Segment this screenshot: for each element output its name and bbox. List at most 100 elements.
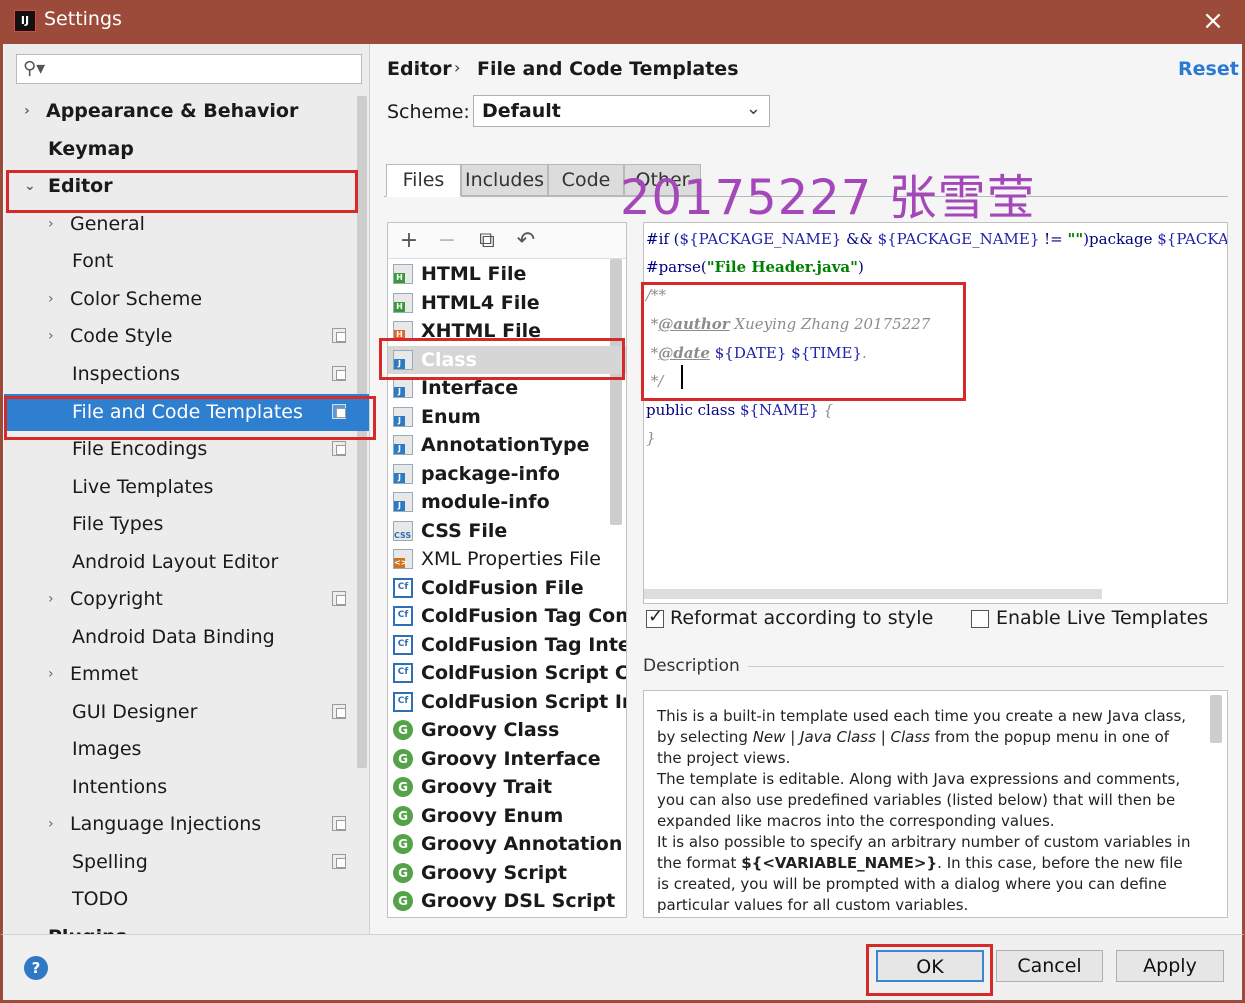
template-item[interactable]: CSS CSS File — [388, 517, 626, 546]
chevron-down-icon[interactable]: ⌄ — [24, 168, 36, 205]
sidebar-item-intentions[interactable]: Intentions — [4, 769, 369, 806]
file-type-icon: H — [393, 321, 413, 341]
template-item[interactable]: G Groovy Script — [388, 859, 626, 888]
template-item[interactable]: Cf ColdFusion Tag Interfa — [388, 631, 626, 660]
template-item[interactable]: G Groovy Trait — [388, 773, 626, 802]
template-item[interactable]: G Groovy Enum — [388, 802, 626, 831]
sidebar-item-android-layout-editor[interactable]: Android Layout Editor — [4, 544, 369, 581]
chevron-right-icon[interactable]: › — [48, 281, 54, 318]
chevron-right-icon[interactable]: › — [48, 806, 54, 843]
template-item[interactable]: G Groovy Interface — [388, 745, 626, 774]
sidebar-item-file-types[interactable]: File Types — [4, 506, 369, 543]
description-fragment: Java Class — [800, 728, 876, 746]
sidebar-item-todo[interactable]: TODO — [4, 881, 369, 918]
template-item[interactable]: G Groovy Class — [388, 716, 626, 745]
template-item[interactable]: H XHTML File — [388, 317, 626, 346]
chevron-right-icon[interactable]: › — [48, 318, 54, 355]
apply-button[interactable]: Apply — [1116, 950, 1224, 982]
help-icon[interactable]: ? — [24, 956, 48, 980]
sidebar-item-inspections[interactable]: Inspections — [4, 356, 369, 393]
description-fragment: The template is editable. Along with Jav… — [657, 770, 1181, 830]
code-line: /** — [646, 286, 667, 304]
list-toolbar: + − ⧉ ↶ — [388, 223, 626, 259]
file-type-badge: J — [394, 358, 405, 369]
search-input[interactable]: ⚲▾ — [16, 54, 362, 84]
file-type-icon: CSS — [393, 520, 413, 541]
sidebar-item-spelling[interactable]: Spelling — [4, 844, 369, 881]
template-item-label: AnnotationType — [421, 434, 590, 456]
sidebar-item-emmet[interactable]: › Emmet — [4, 656, 369, 693]
sidebar-item-plugins[interactable]: Plugins — [4, 919, 369, 934]
code-token: )package — [1083, 230, 1158, 248]
sidebar-item-label: Android Data Binding — [72, 626, 275, 648]
tab-files[interactable]: Files — [386, 164, 461, 197]
file-type-icon: Cf — [393, 663, 413, 683]
text-caret — [681, 365, 683, 389]
template-item[interactable]: G Groovy DSL Script — [388, 887, 626, 916]
sidebar-item-appearance[interactable]: › Appearance & Behavior — [4, 93, 369, 130]
tab-code[interactable]: Code — [548, 164, 624, 196]
template-code-editor[interactable]: #if (${PACKAGE_NAME} && ${PACKAGE_NAME} … — [643, 222, 1228, 604]
sidebar-item-copyright[interactable]: › Copyright — [4, 581, 369, 618]
sidebar-item-editor[interactable]: ⌄ Editor — [4, 168, 369, 205]
cancel-button[interactable]: Cancel — [996, 950, 1103, 982]
close-button[interactable]: × — [1197, 4, 1229, 38]
sidebar-item-font[interactable]: Font — [4, 243, 369, 280]
code-line: */ — [646, 372, 664, 390]
sidebar-item-general[interactable]: › General — [4, 206, 369, 243]
template-item[interactable]: H HTML File — [388, 260, 626, 289]
ok-button[interactable]: OK — [876, 950, 984, 982]
sidebar-item-label: General — [70, 213, 145, 235]
template-item[interactable]: J Interface — [388, 374, 626, 403]
live-templates-label[interactable]: Enable Live Templates — [996, 607, 1208, 629]
template-item[interactable]: <> XML Properties File — [388, 545, 626, 574]
file-type-icon: Cf — [393, 691, 413, 712]
template-item[interactable]: Jmodule-info — [388, 488, 626, 517]
chevron-right-icon[interactable]: › — [24, 93, 30, 130]
template-item[interactable]: J Class — [388, 345, 626, 374]
sidebar-item-file-and-code-templates[interactable]: File and Code Templates — [4, 394, 369, 431]
sidebar-item-label: Emmet — [70, 663, 139, 685]
template-item[interactable]: G Groovy Annotation — [388, 830, 626, 859]
sidebar-item-color-scheme[interactable]: › Color Scheme — [4, 281, 369, 318]
sidebar-item-live-templates[interactable]: Live Templates — [4, 469, 369, 506]
sidebar-item-label: Plugins — [48, 919, 127, 934]
sidebar-item-code-style[interactable]: › Code Style — [4, 318, 369, 355]
sidebar-item-file-encodings[interactable]: File Encodings — [4, 431, 369, 468]
sidebar-item-language-injections[interactable]: › Language Injections — [4, 806, 369, 843]
breadcrumb-editor[interactable]: Editor — [387, 58, 452, 80]
chevron-right-icon[interactable]: › — [48, 581, 54, 618]
editor-horizontal-scrollbar[interactable] — [644, 589, 1102, 599]
reset-link[interactable]: Reset — [1178, 58, 1239, 80]
tab-includes[interactable]: Includes — [461, 164, 548, 196]
minus-icon[interactable]: − — [434, 227, 460, 255]
revert-icon[interactable]: ↶ — [513, 227, 539, 255]
copy-icon[interactable]: ⧉ — [474, 227, 500, 255]
scheme-select[interactable]: Default ⌄ — [473, 95, 770, 127]
template-item[interactable]: Cf ColdFusion Script Inter — [388, 688, 626, 717]
plus-icon[interactable]: + — [396, 227, 422, 255]
sidebar-item-gui-designer[interactable]: GUI Designer — [4, 694, 369, 731]
template-item[interactable]: H HTML4 File — [388, 289, 626, 318]
template-item[interactable]: Cf ColdFusion File — [388, 574, 626, 603]
template-item[interactable]: Cf ColdFusion Tag Compo — [388, 602, 626, 631]
template-item[interactable]: Cf ColdFusion Script Com — [388, 659, 626, 688]
sidebar-item-images[interactable]: Images — [4, 731, 369, 768]
description-scrollbar[interactable] — [1210, 695, 1222, 743]
description-fragment: | — [785, 728, 801, 746]
sidebar-item-label: Intentions — [72, 776, 168, 798]
reformat-label[interactable]: Reformat according to style — [670, 607, 933, 629]
file-type-icon: H — [393, 292, 413, 313]
template-item[interactable]: J Enum — [388, 403, 626, 432]
sidebar-item-android-data-binding[interactable]: Android Data Binding — [4, 619, 369, 656]
template-item[interactable]: J AnnotationType — [388, 431, 626, 460]
file-type-badge: CSS — [394, 530, 412, 540]
template-item-label: ColdFusion Tag Interfa — [421, 633, 626, 656]
live-templates-checkbox[interactable] — [971, 610, 989, 628]
template-item-label: Groovy Annotation — [421, 833, 623, 855]
chevron-right-icon[interactable]: › — [48, 206, 54, 243]
template-item[interactable]: Jpackage-info — [388, 460, 626, 489]
chevron-right-icon[interactable]: › — [48, 656, 54, 693]
sidebar-item-keymap[interactable]: Keymap — [4, 131, 369, 168]
description-fragment: Class — [890, 728, 930, 746]
